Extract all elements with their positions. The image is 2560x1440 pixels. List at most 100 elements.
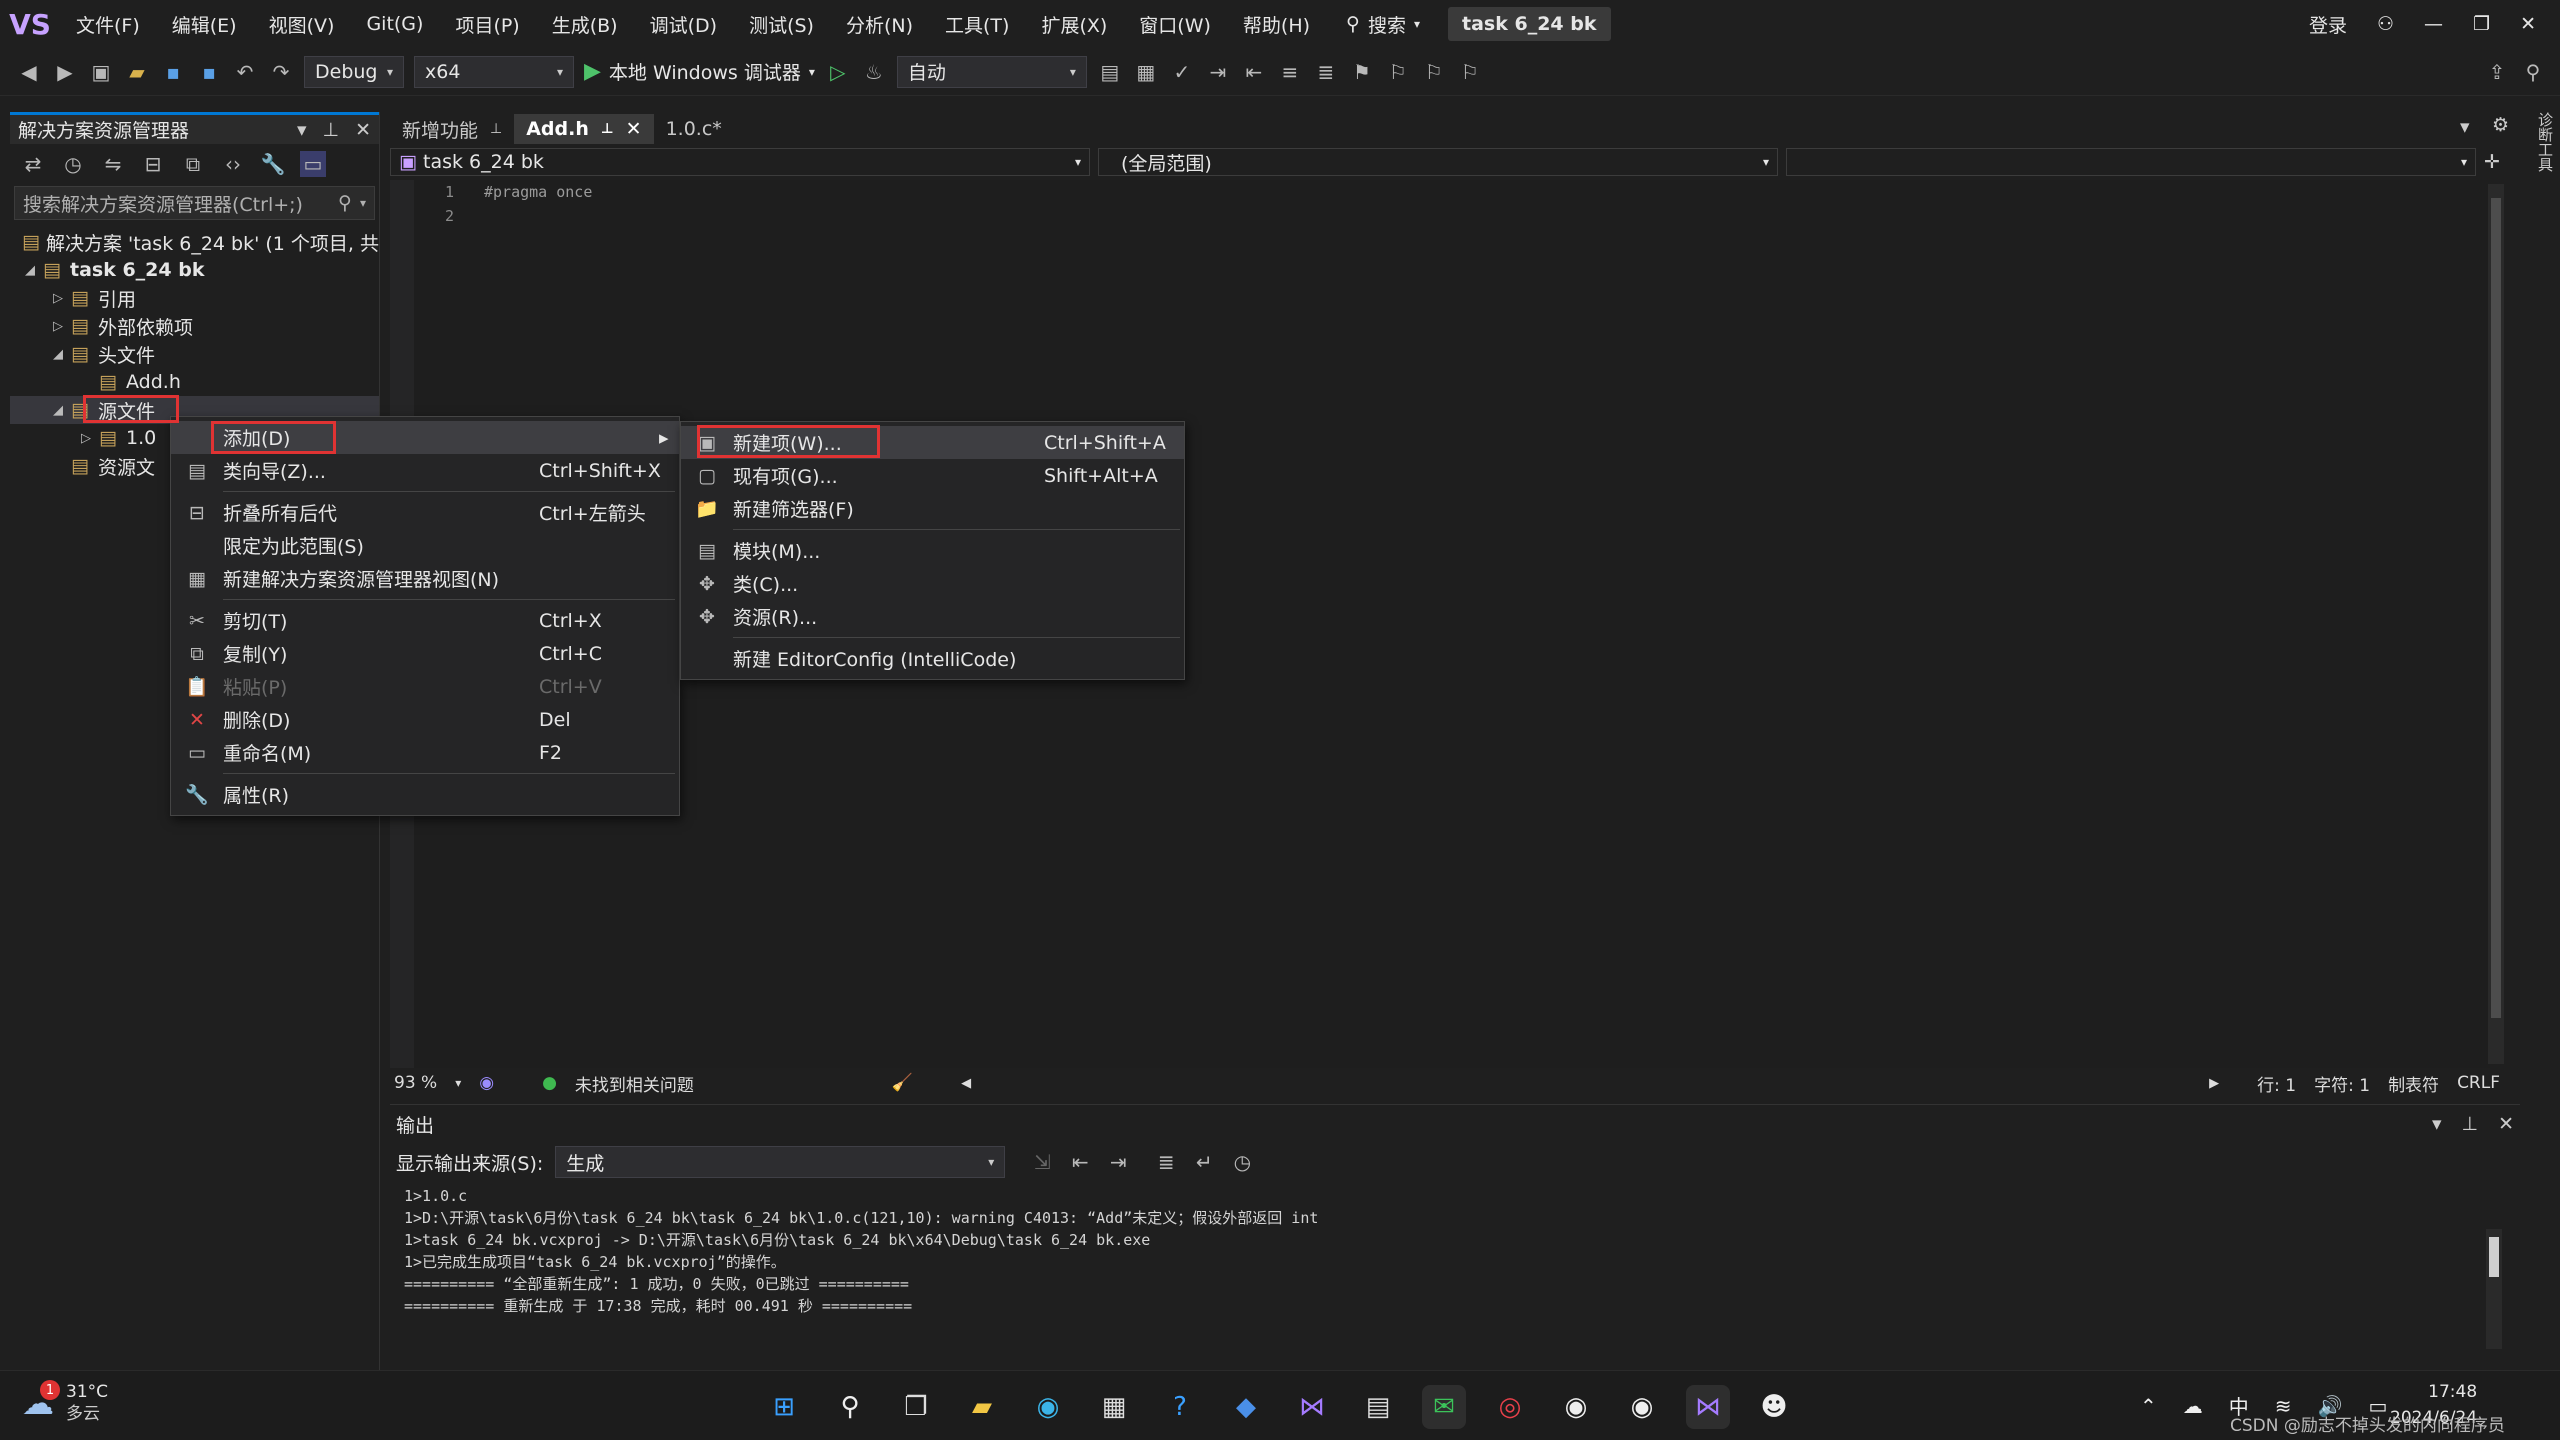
menu-item[interactable]: 扩展(X) [1025,0,1123,48]
prev-bookmark-icon[interactable]: ⚐ [1385,59,1411,85]
indent-icon[interactable]: ⇥ [1205,59,1231,85]
visual-studio-logo-icon[interactable]: VS [0,0,60,48]
collapse-all-icon[interactable]: ⊟ [140,151,166,177]
edge-icon[interactable]: ◉ [1026,1385,1070,1429]
uncomment-icon[interactable]: ≣ [1313,59,1339,85]
save-icon[interactable]: ▪ [160,59,186,85]
expander-icon[interactable]: ◢ [20,263,40,278]
word-wrap-icon[interactable]: ↵ [1191,1149,1217,1175]
code-line[interactable]: 2 [414,204,2490,228]
browser-icon[interactable]: ◉ [1620,1385,1664,1429]
menu-item[interactable]: ▤ 类向导(Z)... Ctrl+Shift+X [171,454,679,487]
account-icon[interactable]: ⚇ [2377,13,2394,35]
pin-icon[interactable]: ⊥ [601,121,614,137]
tree-node[interactable]: ◢ ▤ task 6_24 bk [10,256,379,284]
qq-icon[interactable]: ☻ [1752,1385,1796,1429]
tab-mode-indicator[interactable]: 制表符 [2388,1071,2439,1096]
pin-icon[interactable]: ⊥ [2462,1113,2479,1135]
bookmark-icon[interactable]: ⚑ [1349,59,1375,85]
share-icon[interactable]: ⇪ [2484,59,2510,85]
menu-item[interactable]: 编辑(E) [156,0,253,48]
login-button[interactable]: 登录 [2309,11,2347,38]
run-debugger-button[interactable]: ▶ 本地 Windows 调试器 ▾ [584,58,815,85]
chevron-down-icon[interactable]: ▾ [455,1076,461,1090]
menu-item[interactable]: 项目(P) [439,0,535,48]
menu-item[interactable]: ▦ 新建解决方案资源管理器视图(N) [171,562,679,595]
task-view-icon[interactable]: ❐ [894,1385,938,1429]
expander-icon[interactable]: ▷ [48,319,68,334]
expander-icon[interactable]: ▷ [76,431,96,446]
close-icon[interactable]: ✕ [626,118,642,140]
history-icon[interactable]: ◷ [60,151,86,177]
menu-item[interactable]: 限定为此范围(S) [171,529,679,562]
zoom-level[interactable]: 93 % [394,1073,437,1093]
document-icon[interactable]: ▤ [1356,1385,1400,1429]
scroll-right-icon[interactable]: ▶ [2209,1076,2219,1091]
tree-node[interactable]: ▤ Add.h [10,368,379,396]
expander-icon[interactable]: ◢ [48,347,68,362]
new-project-icon[interactable]: ▣ [88,59,114,85]
close-window-button[interactable]: ✕ [2520,13,2536,35]
menu-item[interactable]: Git(G) [350,0,439,48]
column-indicator[interactable]: 字符: 1 [2314,1071,2370,1096]
menu-item[interactable]: 工具(T) [929,0,1025,48]
tree-node[interactable]: ▤ 解决方案 'task 6_24 bk' (1 个项目, 共 [10,228,379,256]
menu-item[interactable]: 文件(F) [60,0,156,48]
onedrive-icon[interactable]: ☁ [2183,1394,2203,1418]
find-message-icon[interactable]: ⇲ [1029,1149,1055,1175]
spellcheck-icon[interactable]: ✓ [1169,59,1195,85]
tree-node[interactable]: ▷ ▤ 外部依赖项 [10,312,379,340]
line-indicator[interactable]: 行: 1 [2257,1071,2296,1096]
visual-studio-active-icon[interactable]: ⋈ [1686,1385,1730,1429]
switch-views-icon[interactable]: ⇄ [20,151,46,177]
menu-item[interactable]: 测试(S) [733,0,830,48]
store-icon[interactable]: ▦ [1092,1385,1136,1429]
pin-icon[interactable]: ⊥ [490,121,502,137]
next-bookmark-icon[interactable]: ⚐ [1421,59,1447,85]
pin-icon[interactable]: ⊥ [323,119,340,141]
member-dropdown[interactable]: ▾ [1786,148,2476,176]
chevron-up-icon[interactable]: ⌃ [2140,1394,2157,1418]
menu-item[interactable]: ✥ 类(C)... [681,567,1184,600]
undo-icon[interactable]: ↶ [232,59,258,85]
menu-item[interactable]: 🔧 属性(R) [171,778,679,811]
split-editor-icon[interactable]: ✛ [2484,151,2500,173]
app-icon[interactable]: ◆ [1224,1385,1268,1429]
solution-explorer-search-input[interactable]: 搜索解决方案资源管理器(Ctrl+;) ⚲ ▾ [14,186,375,220]
chevron-down-icon[interactable]: ▾ [2432,1113,2442,1135]
forward-icon[interactable]: ▶ [52,59,78,85]
editor-tab[interactable]: 1.0.c* [654,114,734,144]
auto-select[interactable]: 自动 ▾ [896,55,1087,88]
line-ending-indicator[interactable]: CRLF [2457,1073,2500,1093]
menu-item[interactable]: 生成(B) [536,0,634,48]
search-icon[interactable]: ⚲ [828,1385,872,1429]
menu-item[interactable]: ✕ 删除(D) Del [171,703,679,736]
code-line[interactable]: 1 #pragma once [414,180,2490,204]
scrollbar-thumb[interactable] [2489,1237,2499,1277]
menu-item[interactable]: ▤ 模块(M)... [681,534,1184,567]
properties-icon[interactable]: 🔧 [260,151,286,177]
scroll-left-icon[interactable]: ◀ [961,1076,971,1091]
view-code-icon[interactable]: ‹› [220,151,246,177]
menu-item[interactable]: 窗口(W) [1123,0,1227,48]
next-message-icon[interactable]: ⇥ [1105,1149,1131,1175]
minimize-button[interactable]: — [2424,13,2443,35]
chevron-down-icon[interactable]: ▾ [297,119,307,141]
file-explorer-icon[interactable]: ▰ [960,1385,1004,1429]
platform-select[interactable]: x64 ▾ [414,55,574,88]
menu-item[interactable]: 调试(D) [634,0,733,48]
menu-item[interactable]: ✥ 资源(R)... [681,600,1184,633]
weather-widget[interactable]: ☁ 1 31°C 多云 [22,1380,108,1425]
outdent-icon[interactable]: ⇤ [1241,59,1267,85]
wechat-icon[interactable]: ✉ [1422,1385,1466,1429]
visual-studio-icon[interactable]: ⋈ [1290,1385,1334,1429]
menu-item[interactable]: 视图(V) [253,0,351,48]
tree-node[interactable]: ▷ ▤ 引用 [10,284,379,312]
show-all-files-icon[interactable]: ⧉ [180,151,206,177]
search-button[interactable]: ⚲ 搜索 ▾ [1346,11,1420,38]
project-dropdown[interactable]: ▣ task 6_24 bk ▾ [390,148,1090,176]
close-icon[interactable]: ✕ [2498,1113,2514,1135]
output-vertical-scrollbar[interactable] [2486,1229,2502,1349]
editor-tab[interactable]: Add.h ⊥ ✕ [514,114,654,144]
menu-item[interactable]: ▢ 现有项(G)... Shift+Alt+A [681,459,1184,492]
